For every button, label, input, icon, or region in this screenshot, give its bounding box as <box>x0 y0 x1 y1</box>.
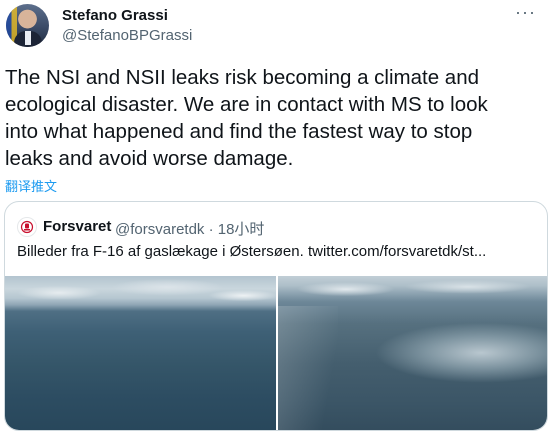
author-name[interactable]: Stefano Grassi <box>62 7 168 24</box>
photo-haze <box>278 276 547 300</box>
tweet-text: The NSI and NSII leaks risk becoming a c… <box>5 66 488 170</box>
author-avatar[interactable] <box>6 4 49 47</box>
translate-tweet-link[interactable]: 翻译推文 <box>5 176 57 195</box>
photo-glare <box>278 306 338 430</box>
quoted-author-name[interactable]: Forsvaret <box>43 218 111 235</box>
quoted-tweet-text: Billeder fra F-16 af gaslækage i Østersø… <box>17 243 487 260</box>
more-options-icon[interactable]: ··· <box>515 2 536 23</box>
quoted-tweet-card[interactable]: Forsvaret @forsvaretdk · 18小时 Billeder f… <box>4 201 548 431</box>
aerial-sea-photo-left[interactable] <box>5 276 276 430</box>
quoted-author-handle-time[interactable]: @forsvaretdk · 18小时 <box>115 218 264 239</box>
avatar-shirt <box>25 31 31 45</box>
photo-clouds <box>5 276 276 304</box>
author-handle[interactable]: @StefanoBPGrassi <box>62 27 192 44</box>
aerial-gas-leak-photo-right[interactable] <box>278 276 547 430</box>
danish-defence-crest-icon[interactable] <box>17 217 37 237</box>
